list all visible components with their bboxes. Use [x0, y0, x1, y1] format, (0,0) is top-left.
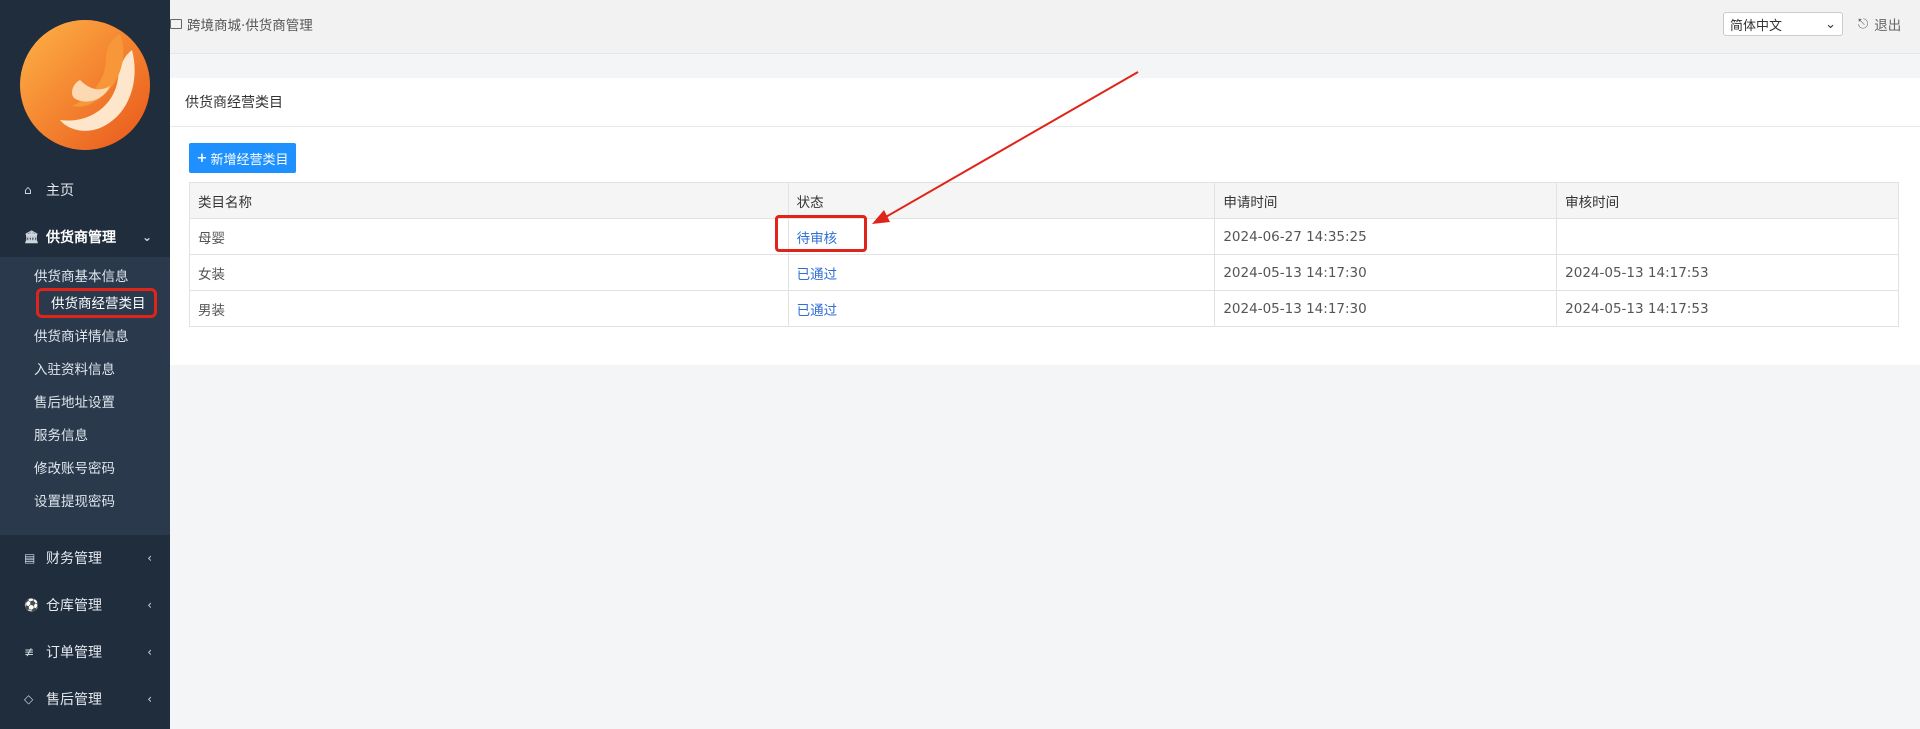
- content-card: 供货商经营类目 + 新增经营类目 类目名称 状态 申请时间 审核时间 母婴 待审…: [170, 78, 1920, 365]
- chevron-left-icon: ‹: [147, 598, 152, 612]
- cell-apply-time: 2024-05-13 14:17:30: [1214, 254, 1558, 291]
- table-row: 女装 已通过 2024-05-13 14:17:30 2024-05-13 14…: [189, 254, 1899, 291]
- sidebar-item-aftersale[interactable]: ◇ 售后管理 ‹: [0, 679, 170, 719]
- submenu-item-change-password[interactable]: 修改账号密码: [16, 454, 133, 484]
- cell-category: 母婴: [189, 218, 789, 255]
- breadcrumb-text: 跨境商城·供货商管理: [187, 18, 313, 34]
- language-select-value: 简体中文: [1730, 18, 1783, 34]
- table-header-row: 类目名称 状态 申请时间 审核时间: [189, 182, 1899, 219]
- submenu-item-service-info[interactable]: 服务信息: [16, 421, 106, 451]
- cell-status-link[interactable]: 已通过: [787, 290, 1216, 327]
- category-table: 类目名称 状态 申请时间 审核时间 母婴 待审核 2024-06-27 14:3…: [189, 182, 1899, 327]
- sidebar-item-label: 财务管理: [46, 551, 102, 567]
- chevron-down-icon: ⌄: [1825, 16, 1836, 32]
- col-header-review-time: 审核时间: [1556, 182, 1899, 219]
- chevron-left-icon: ‹: [147, 551, 152, 565]
- logout-button[interactable]: ⎋ 退出: [1858, 14, 1902, 35]
- monitor-icon: [170, 19, 182, 29]
- order-icon: ≢: [24, 645, 35, 659]
- sidebar-item-label: 仓库管理: [46, 598, 102, 614]
- submenu-item-withdraw-password[interactable]: 设置提现密码: [16, 487, 133, 517]
- sidebar-item-warehouse[interactable]: ⚽ 仓库管理 ‹: [0, 585, 170, 625]
- cell-category: 女装: [189, 254, 789, 291]
- table-row: 男装 已通过 2024-05-13 14:17:30 2024-05-13 14…: [189, 290, 1899, 327]
- cell-review-time: 2024-05-13 14:17:53: [1556, 290, 1899, 327]
- cell-apply-time: 2024-06-27 14:35:25: [1214, 218, 1558, 255]
- col-header-apply-time: 申请时间: [1214, 182, 1558, 219]
- cell-review-time: 2024-05-13 14:17:53: [1556, 254, 1899, 291]
- submenu-item-settlement-info[interactable]: 入驻资料信息: [16, 355, 133, 385]
- sidebar: ⌂ 主页 🏛 供货商管理 ⌄ 供货商基本信息 供货商经营类目 供货商详情信息 入…: [0, 0, 170, 729]
- page-title: 供货商经营类目: [185, 95, 283, 111]
- cell-category: 男装: [189, 290, 789, 327]
- supplier-submenu: 供货商基本信息 供货商经营类目 供货商详情信息 入驻资料信息 售后地址设置 服务…: [0, 257, 170, 535]
- brand-logo: [20, 20, 150, 150]
- sign-out-icon: ⎋: [1858, 16, 1869, 32]
- diamond-icon: ◇: [24, 692, 34, 706]
- sidebar-item-label: 供货商管理: [46, 230, 116, 246]
- logout-label: 退出: [1874, 18, 1902, 34]
- sidebar-item-finance[interactable]: ▤ 财务管理 ‹: [0, 538, 170, 578]
- submenu-item-aftersale-address[interactable]: 售后地址设置: [16, 388, 133, 418]
- breadcrumb: 跨境商城·供货商管理: [170, 14, 313, 34]
- sidebar-item-label: 售后管理: [46, 692, 102, 708]
- add-category-button[interactable]: + 新增经营类目: [189, 143, 296, 173]
- annotation-highlight-box: [775, 215, 867, 252]
- sidebar-item-supplier-mgmt[interactable]: 🏛 供货商管理 ⌄: [0, 217, 170, 257]
- sidebar-item-home[interactable]: ⌂ 主页: [0, 170, 170, 210]
- ball-icon: ⚽: [24, 598, 39, 612]
- logo-mark-icon: [20, 20, 150, 150]
- cell-status-link[interactable]: 已通过: [787, 254, 1216, 291]
- sidebar-item-orders[interactable]: ≢ 订单管理 ‹: [0, 632, 170, 672]
- chevron-left-icon: ‹: [147, 645, 152, 659]
- bank-icon: 🏛: [24, 230, 40, 244]
- plus-icon: +: [196, 150, 208, 166]
- sidebar-item-label: 主页: [46, 183, 74, 199]
- add-category-label: 新增经营类目: [210, 152, 289, 168]
- logo-area: [0, 0, 170, 170]
- col-header-category: 类目名称: [189, 182, 789, 219]
- chevron-down-icon: ⌄: [141, 230, 152, 244]
- submenu-item-business-category[interactable]: 供货商经营类目: [36, 288, 157, 318]
- home-icon: ⌂: [24, 183, 32, 197]
- chevron-left-icon: ‹: [147, 692, 152, 706]
- table-row: 母婴 待审核 2024-06-27 14:35:25: [189, 218, 1899, 255]
- cell-review-time: [1556, 218, 1899, 255]
- divider: [170, 126, 1920, 127]
- top-bar: 跨境商城·供货商管理 简体中文 ⌄ ⎋ 退出: [170, 0, 1920, 54]
- submenu-item-detail-info[interactable]: 供货商详情信息: [16, 322, 147, 352]
- list-icon: ▤: [24, 551, 36, 565]
- cell-apply-time: 2024-05-13 14:17:30: [1214, 290, 1558, 327]
- language-select[interactable]: 简体中文 ⌄: [1723, 12, 1843, 36]
- sidebar-item-label: 订单管理: [46, 645, 102, 661]
- col-header-status: 状态: [787, 182, 1216, 219]
